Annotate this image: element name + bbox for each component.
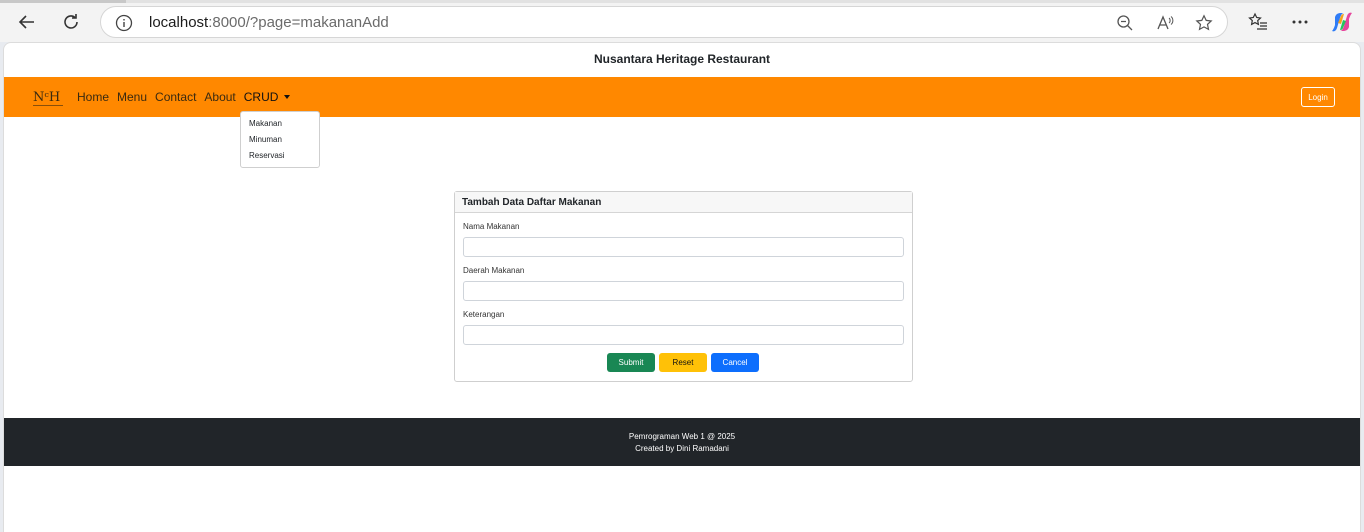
favorites-list-icon	[1248, 12, 1267, 30]
navbar: NᶜH Home Menu Contact About CRUD Login	[4, 77, 1360, 117]
refresh-button[interactable]	[56, 8, 86, 36]
address-bar[interactable]: localhost:8000/?page=makananAdd	[100, 6, 1228, 38]
nav-contact-link[interactable]: Contact	[155, 90, 196, 104]
url-host: localhost	[149, 14, 209, 31]
url-text[interactable]: localhost:8000/?page=makananAdd	[149, 14, 389, 31]
nama-makanan-label: Nama Makanan	[463, 222, 520, 231]
dropdown-item-reservasi[interactable]: Reservasi	[241, 148, 319, 164]
read-aloud-icon[interactable]	[1156, 14, 1174, 32]
favorite-star-icon[interactable]	[1195, 14, 1213, 32]
zoom-out-icon[interactable]	[1116, 14, 1134, 32]
tab-strip	[0, 0, 1364, 3]
crud-dropdown-menu: Makanan Minuman Reservasi	[240, 111, 320, 168]
copilot-button[interactable]	[1330, 10, 1354, 34]
footer-line-1: Pemrograman Web 1 @ 2025	[628, 432, 736, 441]
logo-text: NᶜH	[33, 90, 60, 105]
site-title: Nusantara Heritage Restaurant	[593, 52, 771, 66]
refresh-icon	[64, 14, 78, 29]
active-tab-indicator	[0, 0, 126, 3]
keterangan-label: Keterangan	[463, 310, 505, 319]
add-food-form-card: Tambah Data Daftar Makanan Nama Makanan …	[454, 191, 913, 382]
more-dots-icon	[1292, 20, 1308, 24]
keterangan-input[interactable]	[463, 325, 904, 345]
login-button[interactable]: Login	[1301, 87, 1335, 107]
daerah-makanan-label: Daerah Makanan	[463, 266, 525, 275]
dropdown-item-minuman[interactable]: Minuman	[241, 132, 319, 148]
nav-about-link[interactable]: About	[204, 90, 235, 104]
page-viewport: Nusantara Heritage Restaurant NᶜH Home M…	[3, 42, 1361, 532]
reset-button[interactable]: Reset	[659, 353, 707, 372]
footer: Pemrograman Web 1 @ 2025 Created by Dini…	[4, 418, 1360, 466]
dropdown-item-makanan[interactable]: Makanan	[241, 116, 319, 132]
cancel-button[interactable]: Cancel	[711, 353, 759, 372]
nav-crud-dropdown-toggle[interactable]: CRUD	[244, 90, 291, 104]
nav-menu-link[interactable]: Menu	[117, 90, 147, 104]
more-options-button[interactable]	[1288, 10, 1312, 34]
url-path: :8000/?page=makananAdd	[208, 14, 389, 31]
caret-down-icon	[284, 95, 291, 99]
submit-button[interactable]: Submit	[607, 353, 655, 372]
daerah-makanan-input[interactable]	[463, 281, 904, 301]
info-icon[interactable]	[115, 14, 133, 32]
browser-toolbar: localhost:8000/?page=makananAdd	[0, 0, 1364, 42]
back-arrow-icon	[18, 15, 34, 29]
back-button[interactable]	[12, 8, 42, 36]
favorites-button[interactable]	[1246, 10, 1270, 34]
restaurant-logo[interactable]: NᶜH	[31, 86, 65, 110]
nav-home-link[interactable]: Home	[77, 90, 109, 104]
form-header: Tambah Data Daftar Makanan	[455, 192, 912, 213]
copilot-icon	[1332, 12, 1352, 32]
footer-line-2: Created by Dini Ramadani	[635, 444, 729, 453]
nama-makanan-input[interactable]	[463, 237, 904, 257]
crud-label: CRUD	[243, 90, 279, 104]
